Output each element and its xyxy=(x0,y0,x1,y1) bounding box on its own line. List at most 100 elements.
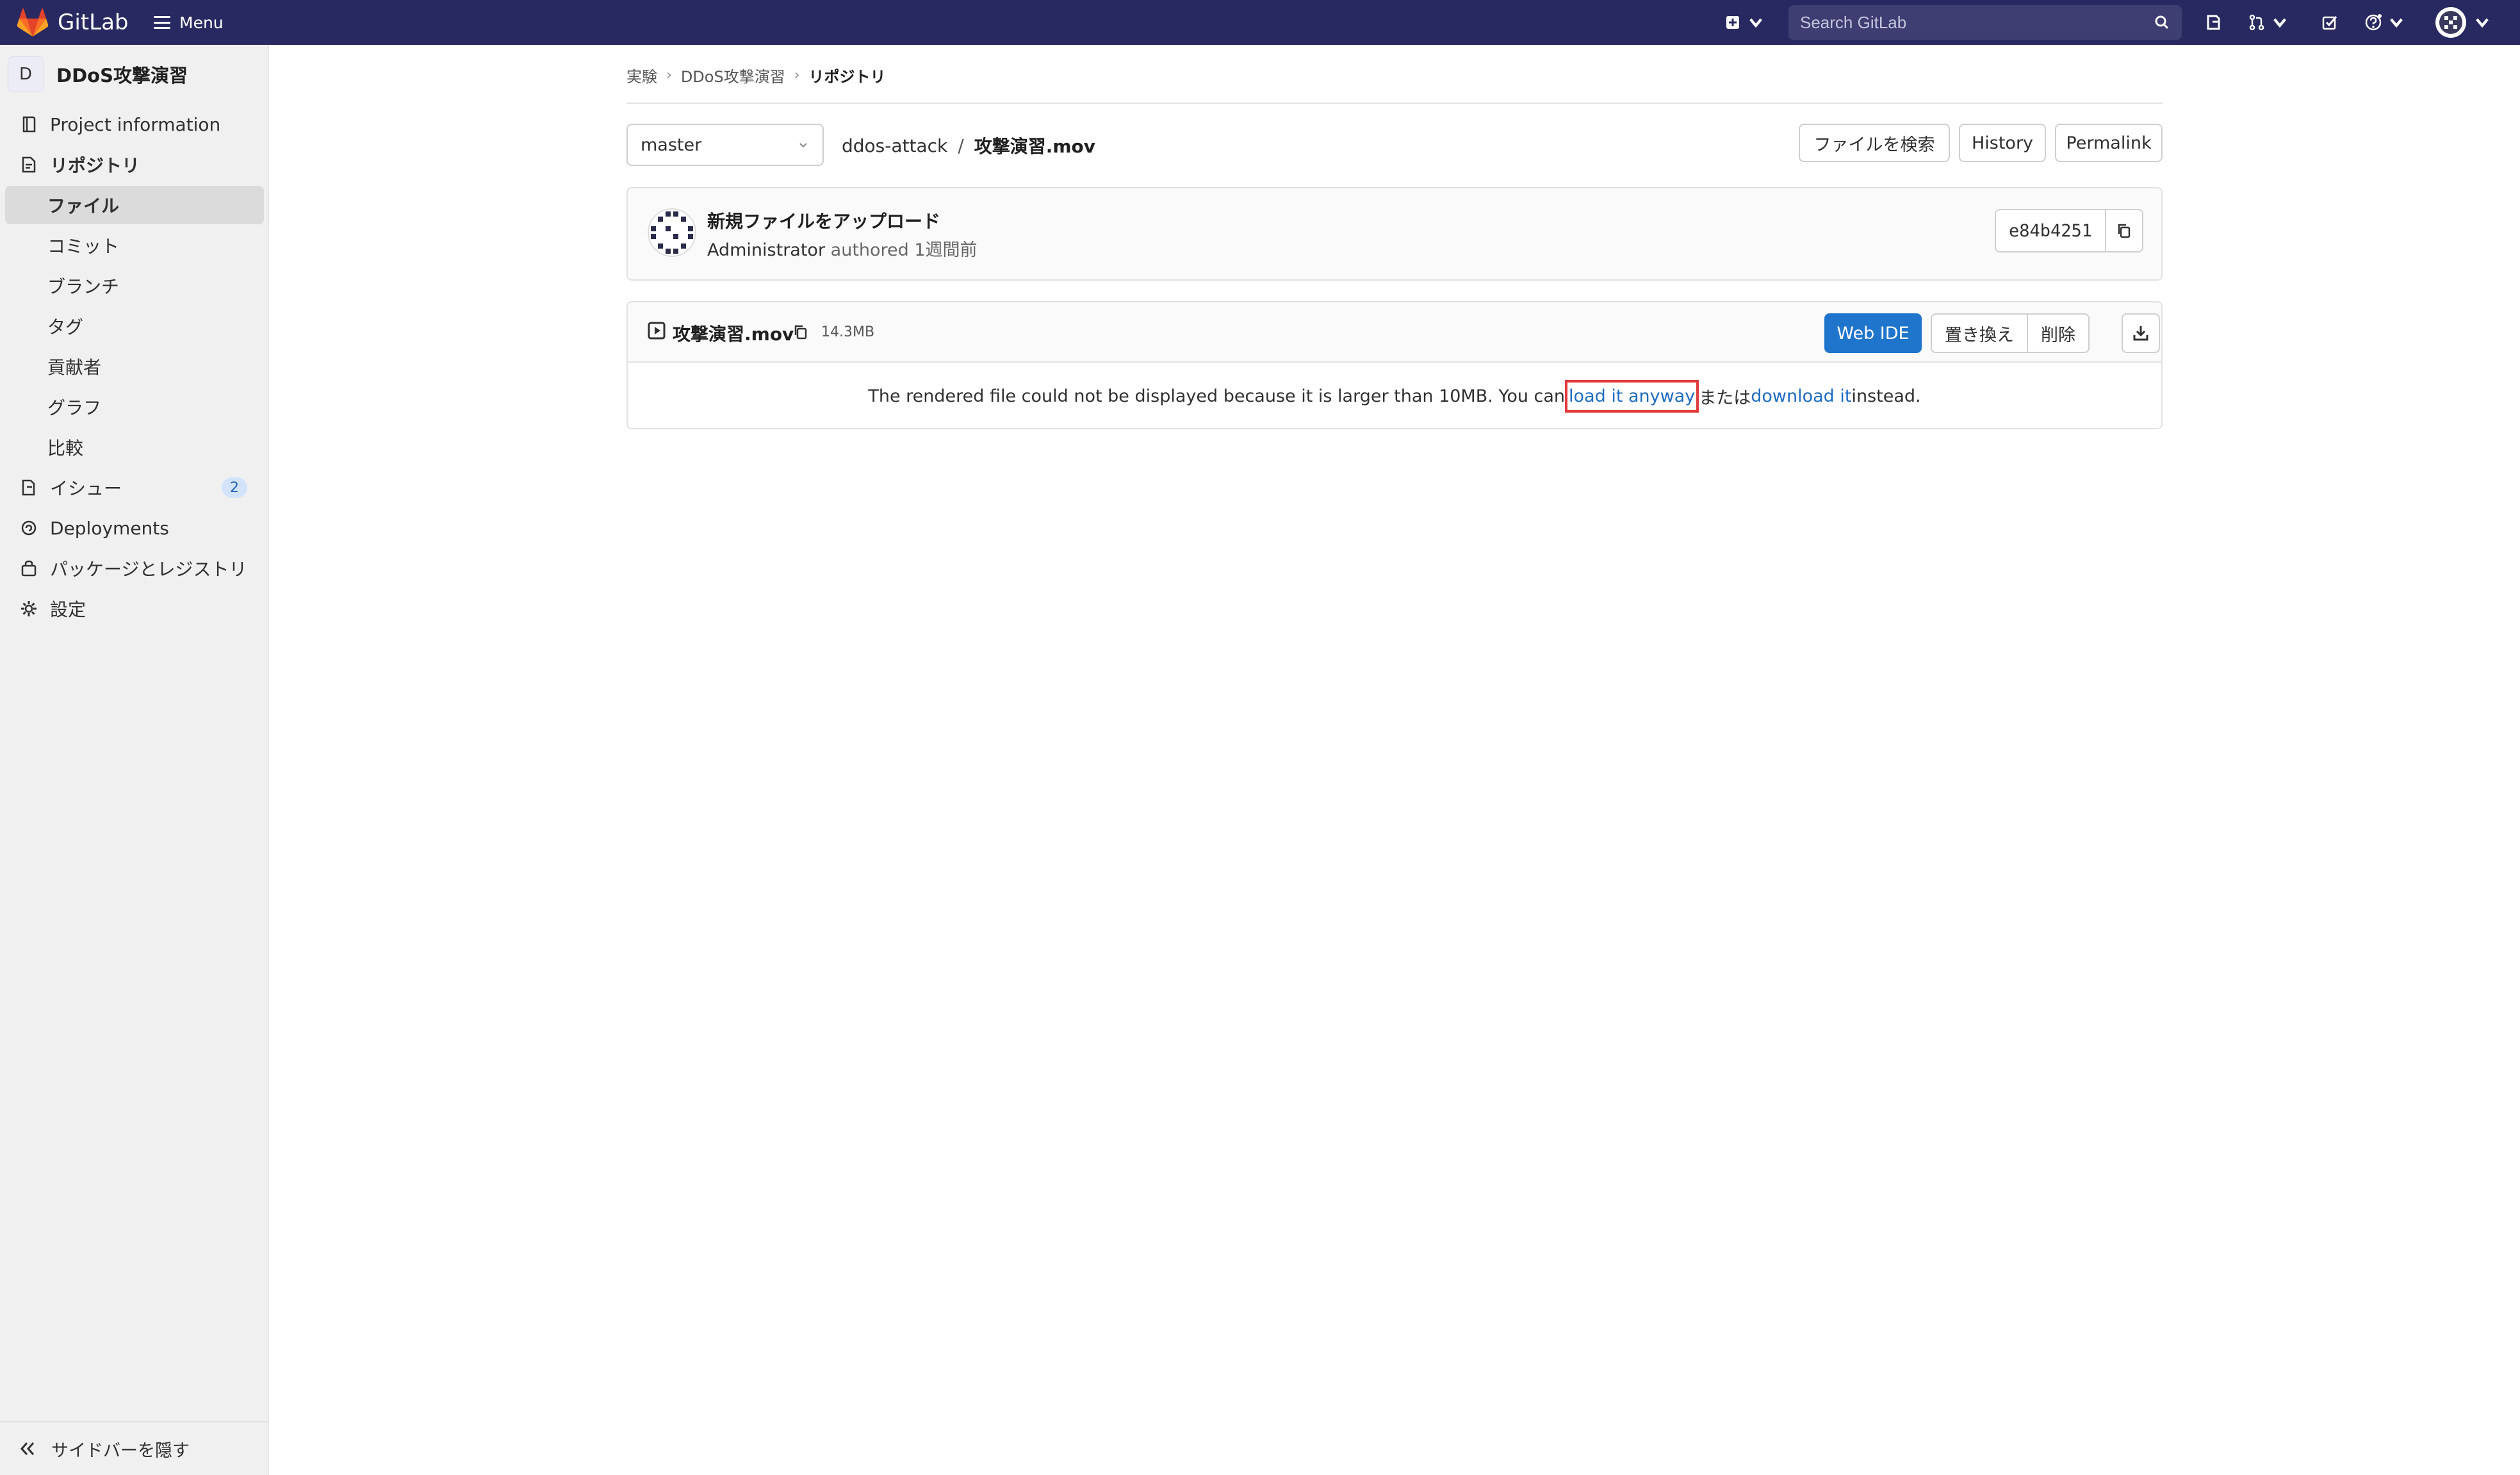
branch-selector[interactable]: master xyxy=(626,124,824,166)
web-ide-button[interactable]: Web IDE xyxy=(1824,313,1922,353)
help-icon xyxy=(2365,14,2382,31)
double-chevron-left-icon xyxy=(20,1442,35,1455)
commit-sha-group: e84b4251 xyxy=(1995,209,2144,252)
copy-sha-button[interactable] xyxy=(2106,210,2142,251)
gitlab-logo[interactable]: GitLab xyxy=(17,8,128,37)
chevron-down-icon xyxy=(2476,18,2489,28)
sidebar-item-label: リポジトリ xyxy=(50,155,140,176)
sidebar-item-tags[interactable]: タグ xyxy=(5,307,264,345)
chevron-down-icon xyxy=(2273,18,2286,28)
message-text: instead. xyxy=(1851,386,1921,406)
sidebar-item-label: グラフ xyxy=(47,397,102,418)
permalink-button[interactable]: Permalink xyxy=(2055,124,2163,162)
commit-author-avatar[interactable] xyxy=(647,208,697,258)
package-icon xyxy=(19,559,38,578)
sidebar-item-label: パッケージとレジストリ xyxy=(50,559,247,580)
sidebar-item-deployments[interactable]: Deployments xyxy=(5,509,264,547)
identicon-icon xyxy=(2439,11,2462,34)
menu-label: Menu xyxy=(179,13,224,32)
project-info-icon xyxy=(19,115,38,134)
issues-icon xyxy=(19,478,38,497)
new-dropdown-button[interactable] xyxy=(1723,10,1765,35)
sidebar-item-label: ファイル xyxy=(47,195,120,217)
user-avatar[interactable] xyxy=(2435,7,2466,38)
download-link[interactable]: download it xyxy=(1751,386,1851,406)
chevron-down-icon xyxy=(2390,18,2403,28)
collapse-sidebar-button[interactable]: サイドバーを隠す xyxy=(0,1421,269,1475)
commit-author-link[interactable]: Administrator xyxy=(707,240,825,260)
replace-button[interactable]: 置き換え xyxy=(1932,315,2027,352)
issues-nav-button[interactable] xyxy=(2204,10,2223,35)
file-too-large-message: The rendered file could not be displayed… xyxy=(628,363,2161,428)
sidebar-item-label: 比較 xyxy=(47,438,84,459)
find-file-button[interactable]: ファイルを検索 xyxy=(1799,124,1950,162)
history-button[interactable]: History xyxy=(1959,124,2046,162)
todo-icon xyxy=(2322,16,2337,30)
sidebar-item-files[interactable]: ファイル xyxy=(5,186,264,224)
identicon-icon xyxy=(648,208,696,257)
top-navbar: GitLab Menu xyxy=(0,0,2520,45)
download-button[interactable] xyxy=(2122,313,2160,353)
sidebar-item-label: Deployments xyxy=(50,517,169,539)
breadcrumb-item[interactable]: 実験 xyxy=(626,64,657,87)
sidebar-item-commits[interactable]: コミット xyxy=(5,226,264,265)
merge-requests-nav-button[interactable] xyxy=(2247,10,2289,35)
path-file-name: 攻撃演習.mov xyxy=(974,136,1096,157)
commit-title-link[interactable]: 新規ファイルをアップロード xyxy=(707,208,940,233)
message-text: または xyxy=(1699,388,1751,408)
divider xyxy=(626,103,2163,104)
search-icon xyxy=(2155,15,2169,29)
video-file-icon xyxy=(648,322,666,340)
menu-button[interactable]: Menu xyxy=(154,9,224,36)
file-path: ddos-attack / 攻撃演習.mov xyxy=(842,133,1095,158)
file-size: 14.3MB xyxy=(821,324,875,340)
sidebar: D DDoS攻撃演習 Project information リポジトリ ファイ… xyxy=(0,45,269,1475)
sidebar-item-branches[interactable]: ブランチ xyxy=(5,267,264,305)
gitlab-wordmark: GitLab xyxy=(58,10,129,35)
sidebar-item-label: タグ xyxy=(47,317,84,338)
commit-sha[interactable]: e84b4251 xyxy=(1996,210,2107,251)
copy-file-path-icon[interactable] xyxy=(792,323,810,341)
breadcrumb-current[interactable]: リポジトリ xyxy=(809,64,886,87)
file-name: 攻撃演習.mov xyxy=(673,324,794,345)
plus-square-icon xyxy=(1726,16,1739,29)
sidebar-item-contributors[interactable]: 貢献者 xyxy=(5,347,264,386)
search-input[interactable] xyxy=(1800,12,2154,33)
help-nav-button[interactable] xyxy=(2364,10,2406,35)
highlight-box: load it anyway xyxy=(1565,379,1699,413)
sidebar-item-label: 設定 xyxy=(50,599,86,620)
merge-request-icon xyxy=(2249,14,2264,31)
breadcrumb-separator-icon: › xyxy=(666,67,672,83)
sidebar-item-packages[interactable]: パッケージとレジストリ xyxy=(5,549,264,588)
breadcrumb-item[interactable]: DDoS攻撃演習 xyxy=(681,64,785,87)
last-commit-panel: 新規ファイルをアップロード Administrator authored 1週間… xyxy=(626,187,2163,281)
commit-meta: Administrator authored 1週間前 xyxy=(707,236,978,261)
sidebar-item-label: 貢献者 xyxy=(47,357,102,378)
branch-name: master xyxy=(641,135,702,155)
project-header[interactable]: D DDoS攻撃演習 xyxy=(8,56,188,92)
todos-nav-button[interactable] xyxy=(2320,10,2339,35)
file-header: 攻撃演習.mov 14.3MB Web IDE 置き換え 削除 xyxy=(628,302,2161,363)
sidebar-item-settings[interactable]: 設定 xyxy=(5,589,264,628)
sidebar-item-label: コミット xyxy=(47,236,120,257)
breadcrumb: 実験 › DDoS攻撃演習 › リポジトリ xyxy=(626,64,886,87)
sidebar-item-project-information[interactable]: Project information xyxy=(5,105,264,144)
sidebar-item-compare[interactable]: 比較 xyxy=(5,428,264,466)
sidebar-item-graph[interactable]: グラフ xyxy=(5,388,264,426)
copy-icon xyxy=(2118,224,2131,238)
file-actions-group: 置き換え 削除 xyxy=(1931,313,2090,353)
project-name: DDoS攻撃演習 xyxy=(56,65,188,87)
gear-icon xyxy=(19,599,38,618)
issues-count-badge: 2 xyxy=(222,477,247,498)
breadcrumb-separator-icon: › xyxy=(794,67,800,83)
download-icon xyxy=(2133,326,2148,341)
sidebar-item-repository[interactable]: リポジトリ xyxy=(5,145,264,184)
load-anyway-link[interactable]: load it anyway xyxy=(1569,386,1695,406)
delete-button[interactable]: 削除 xyxy=(2027,315,2088,352)
project-avatar: D xyxy=(8,56,44,92)
path-directory-link[interactable]: ddos-attack xyxy=(842,135,947,156)
file-viewer: 攻撃演習.mov 14.3MB Web IDE 置き換え 削除 The rend… xyxy=(626,301,2163,429)
user-menu-chevron[interactable] xyxy=(2469,10,2492,35)
sidebar-item-issues[interactable]: イシュー 2 xyxy=(5,468,264,507)
search-box[interactable] xyxy=(1788,5,2182,40)
